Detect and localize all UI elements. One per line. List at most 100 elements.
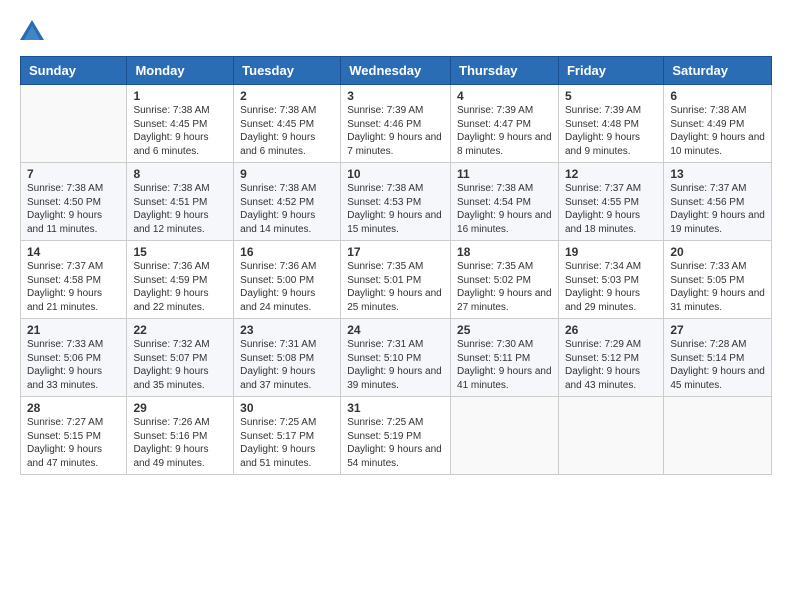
weekday-header: Saturday [664, 57, 772, 85]
logo-icon [18, 18, 46, 46]
day-number: 21 [27, 323, 120, 337]
day-number: 16 [240, 245, 334, 259]
calendar-day-cell [21, 85, 127, 163]
day-number: 11 [457, 167, 552, 181]
calendar-day-cell: 8Sunrise: 7:38 AMSunset: 4:51 PMDaylight… [127, 163, 234, 241]
page: SundayMondayTuesdayWednesdayThursdayFrid… [0, 0, 792, 612]
calendar-day-cell [451, 397, 559, 475]
day-number: 26 [565, 323, 657, 337]
day-number: 24 [347, 323, 444, 337]
calendar-day-cell: 10Sunrise: 7:38 AMSunset: 4:53 PMDayligh… [341, 163, 451, 241]
calendar-day-cell: 2Sunrise: 7:38 AMSunset: 4:45 PMDaylight… [234, 85, 341, 163]
day-info: Sunrise: 7:36 AMSunset: 4:59 PMDaylight:… [133, 260, 227, 314]
calendar-day-cell: 16Sunrise: 7:36 AMSunset: 5:00 PMDayligh… [234, 241, 341, 319]
day-number: 17 [347, 245, 444, 259]
day-info: Sunrise: 7:39 AMSunset: 4:48 PMDaylight:… [565, 104, 657, 158]
calendar-week-row: 1Sunrise: 7:38 AMSunset: 4:45 PMDaylight… [21, 85, 772, 163]
day-number: 12 [565, 167, 657, 181]
day-info: Sunrise: 7:35 AMSunset: 5:01 PMDaylight:… [347, 260, 444, 314]
day-info: Sunrise: 7:38 AMSunset: 4:45 PMDaylight:… [240, 104, 334, 158]
day-info: Sunrise: 7:31 AMSunset: 5:08 PMDaylight:… [240, 338, 334, 392]
day-number: 30 [240, 401, 334, 415]
day-number: 28 [27, 401, 120, 415]
day-info: Sunrise: 7:26 AMSunset: 5:16 PMDaylight:… [133, 416, 227, 470]
calendar-day-cell: 15Sunrise: 7:36 AMSunset: 4:59 PMDayligh… [127, 241, 234, 319]
day-info: Sunrise: 7:38 AMSunset: 4:45 PMDaylight:… [133, 104, 227, 158]
calendar-week-row: 14Sunrise: 7:37 AMSunset: 4:58 PMDayligh… [21, 241, 772, 319]
calendar-day-cell: 18Sunrise: 7:35 AMSunset: 5:02 PMDayligh… [451, 241, 559, 319]
day-number: 9 [240, 167, 334, 181]
day-number: 5 [565, 89, 657, 103]
day-number: 7 [27, 167, 120, 181]
calendar-day-cell: 12Sunrise: 7:37 AMSunset: 4:55 PMDayligh… [558, 163, 663, 241]
calendar-day-cell: 17Sunrise: 7:35 AMSunset: 5:01 PMDayligh… [341, 241, 451, 319]
day-number: 18 [457, 245, 552, 259]
calendar-day-cell: 1Sunrise: 7:38 AMSunset: 4:45 PMDaylight… [127, 85, 234, 163]
day-info: Sunrise: 7:25 AMSunset: 5:19 PMDaylight:… [347, 416, 444, 470]
day-info: Sunrise: 7:28 AMSunset: 5:14 PMDaylight:… [670, 338, 765, 392]
day-info: Sunrise: 7:31 AMSunset: 5:10 PMDaylight:… [347, 338, 444, 392]
day-info: Sunrise: 7:27 AMSunset: 5:15 PMDaylight:… [27, 416, 120, 470]
calendar-day-cell: 31Sunrise: 7:25 AMSunset: 5:19 PMDayligh… [341, 397, 451, 475]
calendar-day-cell: 30Sunrise: 7:25 AMSunset: 5:17 PMDayligh… [234, 397, 341, 475]
day-number: 13 [670, 167, 765, 181]
calendar-day-cell: 19Sunrise: 7:34 AMSunset: 5:03 PMDayligh… [558, 241, 663, 319]
calendar-day-cell: 7Sunrise: 7:38 AMSunset: 4:50 PMDaylight… [21, 163, 127, 241]
day-number: 15 [133, 245, 227, 259]
calendar-wrapper: SundayMondayTuesdayWednesdayThursdayFrid… [0, 56, 792, 485]
header [0, 0, 792, 56]
calendar-day-cell: 23Sunrise: 7:31 AMSunset: 5:08 PMDayligh… [234, 319, 341, 397]
calendar-day-cell: 28Sunrise: 7:27 AMSunset: 5:15 PMDayligh… [21, 397, 127, 475]
calendar-day-cell: 22Sunrise: 7:32 AMSunset: 5:07 PMDayligh… [127, 319, 234, 397]
calendar-week-row: 21Sunrise: 7:33 AMSunset: 5:06 PMDayligh… [21, 319, 772, 397]
day-info: Sunrise: 7:37 AMSunset: 4:55 PMDaylight:… [565, 182, 657, 236]
weekday-header: Monday [127, 57, 234, 85]
calendar-day-cell: 6Sunrise: 7:38 AMSunset: 4:49 PMDaylight… [664, 85, 772, 163]
day-number: 1 [133, 89, 227, 103]
day-info: Sunrise: 7:37 AMSunset: 4:58 PMDaylight:… [27, 260, 120, 314]
day-info: Sunrise: 7:35 AMSunset: 5:02 PMDaylight:… [457, 260, 552, 314]
calendar-day-cell [664, 397, 772, 475]
calendar-day-cell: 13Sunrise: 7:37 AMSunset: 4:56 PMDayligh… [664, 163, 772, 241]
day-info: Sunrise: 7:33 AMSunset: 5:06 PMDaylight:… [27, 338, 120, 392]
logo [18, 18, 50, 46]
day-number: 20 [670, 245, 765, 259]
calendar-day-cell: 4Sunrise: 7:39 AMSunset: 4:47 PMDaylight… [451, 85, 559, 163]
calendar-day-cell: 25Sunrise: 7:30 AMSunset: 5:11 PMDayligh… [451, 319, 559, 397]
day-info: Sunrise: 7:34 AMSunset: 5:03 PMDaylight:… [565, 260, 657, 314]
day-number: 6 [670, 89, 765, 103]
day-info: Sunrise: 7:39 AMSunset: 4:47 PMDaylight:… [457, 104, 552, 158]
day-info: Sunrise: 7:29 AMSunset: 5:12 PMDaylight:… [565, 338, 657, 392]
day-number: 3 [347, 89, 444, 103]
day-info: Sunrise: 7:30 AMSunset: 5:11 PMDaylight:… [457, 338, 552, 392]
calendar-week-row: 28Sunrise: 7:27 AMSunset: 5:15 PMDayligh… [21, 397, 772, 475]
day-number: 31 [347, 401, 444, 415]
calendar-day-cell: 21Sunrise: 7:33 AMSunset: 5:06 PMDayligh… [21, 319, 127, 397]
calendar-table: SundayMondayTuesdayWednesdayThursdayFrid… [20, 56, 772, 475]
calendar-day-cell: 20Sunrise: 7:33 AMSunset: 5:05 PMDayligh… [664, 241, 772, 319]
weekday-header: Tuesday [234, 57, 341, 85]
day-number: 14 [27, 245, 120, 259]
calendar-day-cell: 9Sunrise: 7:38 AMSunset: 4:52 PMDaylight… [234, 163, 341, 241]
calendar-day-cell: 24Sunrise: 7:31 AMSunset: 5:10 PMDayligh… [341, 319, 451, 397]
day-info: Sunrise: 7:38 AMSunset: 4:51 PMDaylight:… [133, 182, 227, 236]
day-info: Sunrise: 7:32 AMSunset: 5:07 PMDaylight:… [133, 338, 227, 392]
weekday-header: Sunday [21, 57, 127, 85]
day-number: 29 [133, 401, 227, 415]
day-number: 27 [670, 323, 765, 337]
day-info: Sunrise: 7:38 AMSunset: 4:53 PMDaylight:… [347, 182, 444, 236]
weekday-header: Thursday [451, 57, 559, 85]
day-info: Sunrise: 7:37 AMSunset: 4:56 PMDaylight:… [670, 182, 765, 236]
calendar-day-cell [558, 397, 663, 475]
weekday-header: Friday [558, 57, 663, 85]
calendar-day-cell: 5Sunrise: 7:39 AMSunset: 4:48 PMDaylight… [558, 85, 663, 163]
weekday-header: Wednesday [341, 57, 451, 85]
day-number: 19 [565, 245, 657, 259]
calendar-week-row: 7Sunrise: 7:38 AMSunset: 4:50 PMDaylight… [21, 163, 772, 241]
day-number: 4 [457, 89, 552, 103]
day-info: Sunrise: 7:38 AMSunset: 4:50 PMDaylight:… [27, 182, 120, 236]
calendar-day-cell: 3Sunrise: 7:39 AMSunset: 4:46 PMDaylight… [341, 85, 451, 163]
day-number: 25 [457, 323, 552, 337]
day-info: Sunrise: 7:38 AMSunset: 4:54 PMDaylight:… [457, 182, 552, 236]
day-number: 10 [347, 167, 444, 181]
